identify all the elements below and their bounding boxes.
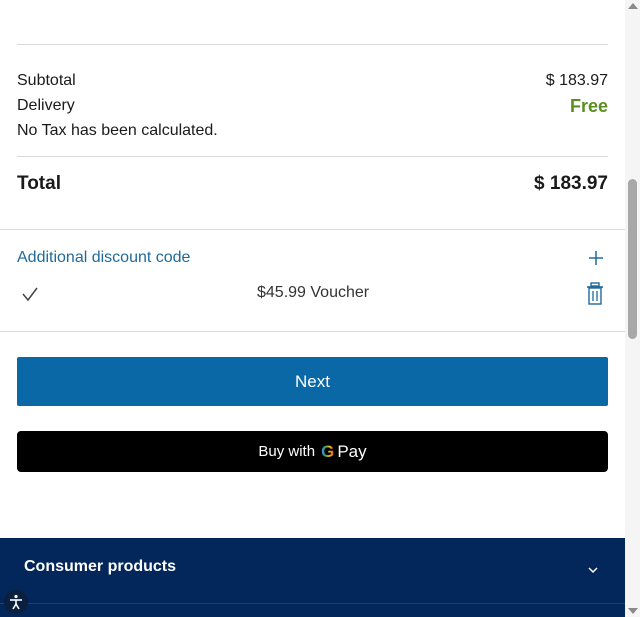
discount-divider bbox=[0, 331, 625, 332]
subtotal-value: $ 183.97 bbox=[545, 72, 608, 89]
total-label: Total bbox=[17, 173, 61, 194]
delivery-label: Delivery bbox=[17, 97, 75, 114]
subtotal-row: Subtotal $ 183.97 bbox=[17, 71, 608, 91]
tax-note-row: No Tax has been calculated. bbox=[17, 121, 608, 141]
delivery-value: Free bbox=[569, 96, 608, 116]
google-pay-logo: G Pay bbox=[321, 442, 367, 462]
trash-icon[interactable] bbox=[585, 282, 605, 306]
subtotal-label: Subtotal bbox=[17, 72, 76, 89]
additional-discount-link[interactable]: Additional discount code bbox=[17, 248, 190, 268]
discount-row: Additional discount code bbox=[17, 248, 608, 268]
footer-section: Consumer products bbox=[0, 538, 625, 617]
gpay-prefix: Buy with bbox=[258, 443, 316, 460]
check-icon bbox=[22, 287, 38, 302]
total-divider bbox=[0, 229, 625, 230]
consumer-products-toggle[interactable]: Consumer products bbox=[24, 558, 176, 576]
vertical-scrollbar[interactable] bbox=[625, 0, 640, 617]
scrollbar-thumb[interactable] bbox=[628, 179, 637, 339]
applied-voucher-label: $45.99 Voucher bbox=[257, 284, 370, 301]
accessibility-icon bbox=[10, 594, 22, 610]
gpay-brand-text: Pay bbox=[337, 441, 367, 461]
scroll-down-arrow-icon[interactable] bbox=[628, 608, 638, 614]
chevron-down-icon[interactable] bbox=[587, 564, 599, 576]
total-value: $ 183.97 bbox=[534, 173, 608, 194]
tax-note: No Tax has been calculated. bbox=[17, 122, 218, 139]
accessibility-button[interactable] bbox=[4, 590, 28, 614]
next-button[interactable]: Next bbox=[17, 357, 608, 406]
scroll-up-arrow-icon[interactable] bbox=[628, 3, 638, 9]
plus-icon[interactable] bbox=[587, 249, 605, 267]
top-divider bbox=[17, 44, 608, 45]
summary-divider bbox=[17, 156, 608, 157]
order-summary-panel: Subtotal $ 183.97 Delivery Free No Tax h… bbox=[0, 0, 625, 617]
delivery-row: Delivery Free bbox=[17, 96, 608, 116]
footer-divider bbox=[0, 603, 625, 604]
buy-with-gpay-button[interactable]: Buy with G Pay bbox=[17, 431, 608, 472]
google-g-icon: G bbox=[321, 441, 335, 461]
total-row: Total $ 183.97 bbox=[17, 174, 608, 194]
checkout-page: Subtotal $ 183.97 Delivery Free No Tax h… bbox=[0, 0, 640, 617]
